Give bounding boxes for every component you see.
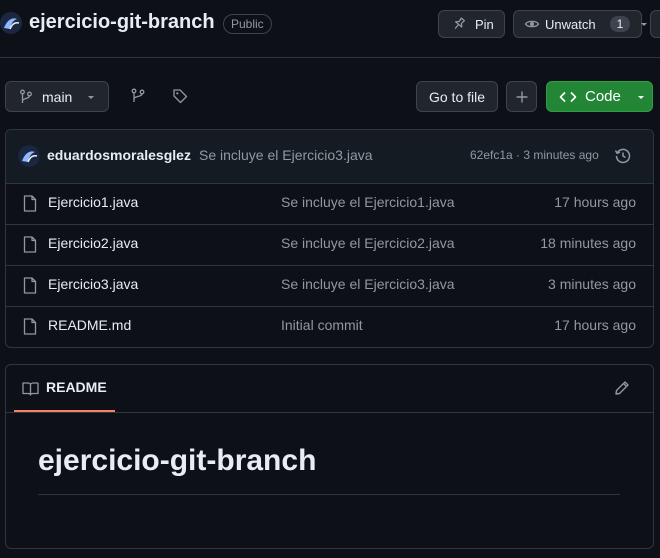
file-name[interactable]: README.md [48,317,131,333]
avatar-icon [18,145,40,167]
pin-button[interactable]: Pin [438,10,505,38]
file-name[interactable]: Ejercicio3.java [48,276,138,292]
pin-label: Pin [475,16,494,32]
history-icon[interactable] [614,147,632,168]
file-icon [23,236,37,256]
go-to-file-button[interactable]: Go to file [416,81,498,112]
chevron-down-icon [639,19,649,29]
file-name[interactable]: Ejercicio1.java [48,194,138,210]
commit-meta: 62efc1a · 3 minutes ago [470,148,599,162]
readme-heading: ejercicio-git-branch [38,444,317,477]
code-label: Code [585,88,621,105]
file-name[interactable]: Ejercicio2.java [48,235,138,251]
readme-tab-underline [14,410,115,412]
book-icon [22,381,39,399]
file-icon [23,195,37,215]
edit-readme-icon[interactable] [614,380,630,399]
pin-icon [451,16,467,32]
eye-icon [524,16,540,32]
commit-message[interactable]: Se incluye el Ejercicio3.java [199,147,373,163]
chevron-down-icon [86,92,96,102]
file-commit-message[interactable]: Se incluye el Ejercicio3.java [281,276,455,292]
file-time: 18 minutes ago [540,235,636,251]
file-row[interactable]: Ejercicio3.java Se incluye el Ejercicio3… [6,265,653,306]
file-icon [23,277,37,297]
branch-selector[interactable]: main [5,81,109,112]
file-row[interactable]: Ejercicio2.java Se incluye el Ejercicio2… [6,224,653,265]
file-time: 17 hours ago [554,194,636,210]
visibility-badge: Public [223,14,272,34]
code-icon [559,90,577,104]
commit-author-avatar[interactable] [18,145,40,167]
commit-hash[interactable]: 62efc1a [470,148,513,162]
avatar-icon [0,12,22,34]
commit-time: 3 minutes ago [523,148,599,162]
star-button-partial[interactable] [650,10,660,38]
repo-name[interactable]: ejercicio-git-branch [29,11,215,34]
readme-tab-label: README [46,379,107,395]
readme-tab[interactable]: README [14,370,115,413]
file-commit-message[interactable]: Initial commit [281,317,363,333]
code-button[interactable]: Code [546,81,653,112]
add-file-button[interactable] [506,81,537,112]
header-divider [0,57,660,58]
file-commit-message[interactable]: Se incluye el Ejercicio2.java [281,235,455,251]
go-to-file-label: Go to file [428,88,486,105]
readme-heading-rule [38,494,620,495]
branch-name: main [42,88,73,105]
watch-count-badge: 1 [609,16,631,32]
file-row[interactable]: README.md Initial commit 17 hours ago [6,306,653,347]
chevron-down-icon [636,92,646,102]
file-icon [23,318,37,338]
file-commit-message[interactable]: Se incluye el Ejercicio1.java [281,194,455,210]
tag-icon[interactable] [172,88,188,107]
unwatch-button[interactable]: Unwatch 1 [513,10,648,38]
repo-avatar[interactable] [0,12,22,34]
unwatch-label: Unwatch [545,16,596,32]
branches-icon[interactable] [130,88,146,107]
file-time: 17 hours ago [554,317,636,333]
commit-separator: · [516,148,521,162]
file-time: 3 minutes ago [548,276,636,292]
commit-author[interactable]: eduardosmoralesglez [47,147,191,163]
file-row[interactable]: Ejercicio1.java Se incluye el Ejercicio1… [6,183,653,224]
plus-icon [515,90,529,104]
branch-icon [19,89,33,105]
